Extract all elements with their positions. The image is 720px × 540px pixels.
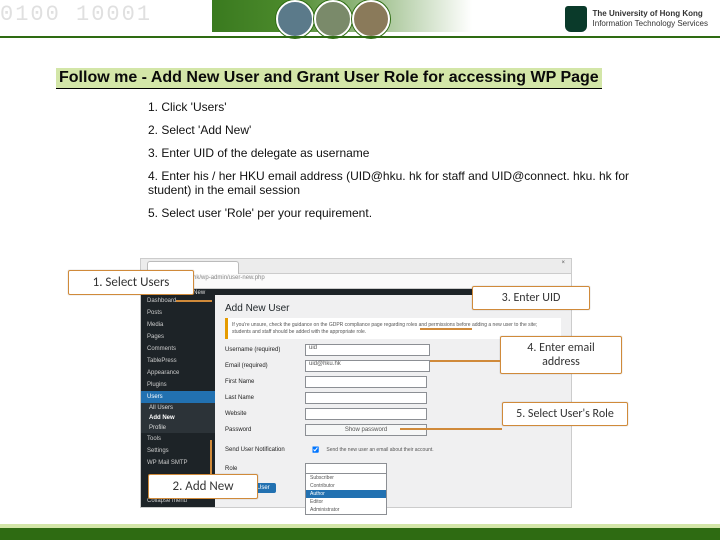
role-dropdown: Subscriber Contributor Author Editor Adm… (305, 473, 387, 515)
submenu-add-new[interactable]: Add New (141, 413, 215, 423)
menu-mailsmtp[interactable]: WP Mail SMTP (141, 457, 215, 469)
label-website: Website (225, 411, 305, 417)
input-email[interactable]: uid@hku.hk (305, 360, 430, 372)
menu-posts[interactable]: Posts (141, 307, 215, 319)
input-last[interactable] (305, 392, 427, 404)
input-first[interactable] (305, 376, 427, 388)
label-role: Role (225, 466, 305, 472)
binary-deco: 0100 10001 (0, 4, 152, 26)
menu-comments[interactable]: Comments (141, 343, 215, 355)
label-notify: Send User Notification (225, 447, 305, 453)
menu-users[interactable]: Users (141, 391, 215, 403)
select-role[interactable]: Subscriber Contributor Author Editor Adm… (305, 463, 385, 475)
step-1: 1. Click 'Users' (148, 100, 640, 114)
label-email: Email (required) (225, 363, 305, 369)
org-line1: The University of Hong Kong (593, 9, 708, 19)
callout-5: 5. Select User's Role (502, 402, 628, 426)
role-opt-contributor[interactable]: Contributor (306, 482, 386, 490)
menu-appearance[interactable]: Appearance (141, 367, 215, 379)
hku-its-logo: The University of Hong Kong Information … (565, 6, 708, 32)
pointer-1 (176, 300, 212, 302)
role-opt-subscriber[interactable]: Subscriber (306, 474, 386, 482)
submenu-all-users[interactable]: All Users (141, 403, 215, 413)
step-4: 4. Enter his / her HKU email address (UI… (148, 169, 640, 197)
menu-pages[interactable]: Pages (141, 331, 215, 343)
header-photo-3 (352, 0, 390, 38)
callout-4: 4. Enter email address (500, 336, 622, 374)
input-username[interactable]: uid (305, 344, 430, 356)
footer-bar (0, 528, 720, 540)
step-2: 2. Select 'Add New' (148, 123, 640, 137)
step-3: 3. Enter UID of the delegate as username (148, 146, 640, 160)
menu-settings[interactable]: Settings (141, 445, 215, 457)
role-opt-author[interactable]: Author (306, 490, 386, 498)
submenu-profile[interactable]: Profile (141, 423, 215, 433)
browser-tabstrip: × (141, 259, 571, 274)
button-show-password[interactable]: Show password (305, 424, 427, 436)
slide-header: 0100 10001 The University of Hong Kong I… (0, 0, 720, 38)
instruction-list: 1. Click 'Users' 2. Select 'Add New' 3. … (148, 100, 640, 229)
pointer-4 (430, 360, 500, 362)
label-username: Username (required) (225, 347, 305, 353)
callout-3: 3. Enter UID (472, 286, 590, 310)
callout-1: 1. Select Users (68, 270, 194, 295)
checkbox-notify[interactable] (312, 446, 319, 453)
step-5: 5. Select user 'Role' per your requireme… (148, 206, 640, 220)
label-last: Last Name (225, 395, 305, 401)
slide-title: Follow me - Add New User and Grant User … (56, 68, 602, 89)
label-password: Password (225, 427, 305, 433)
header-rule (0, 36, 720, 38)
menu-media[interactable]: Media (141, 319, 215, 331)
pointer-2 (210, 440, 212, 474)
hku-shield-icon (565, 6, 587, 32)
menu-plugins[interactable]: Plugins (141, 379, 215, 391)
callout-2: 2. Add New (148, 474, 258, 499)
input-website[interactable] (305, 408, 427, 420)
pointer-5 (400, 428, 502, 430)
menu-tools[interactable]: Tools (141, 433, 215, 445)
org-line2: Information Technology Services (593, 19, 708, 29)
label-first: First Name (225, 379, 305, 385)
role-opt-admin[interactable]: Administrator (306, 506, 386, 514)
menu-tablepress[interactable]: TablePress (141, 355, 215, 367)
close-icon[interactable]: × (561, 260, 565, 266)
notify-text: Send the new user an email about their a… (326, 447, 433, 453)
wp-main-panel: Add New User If you're unsure, check the… (215, 295, 571, 507)
role-opt-editor[interactable]: Editor (306, 498, 386, 506)
header-photo-1 (276, 0, 314, 38)
pointer-3 (420, 328, 472, 330)
header-photo-2 (314, 0, 352, 38)
